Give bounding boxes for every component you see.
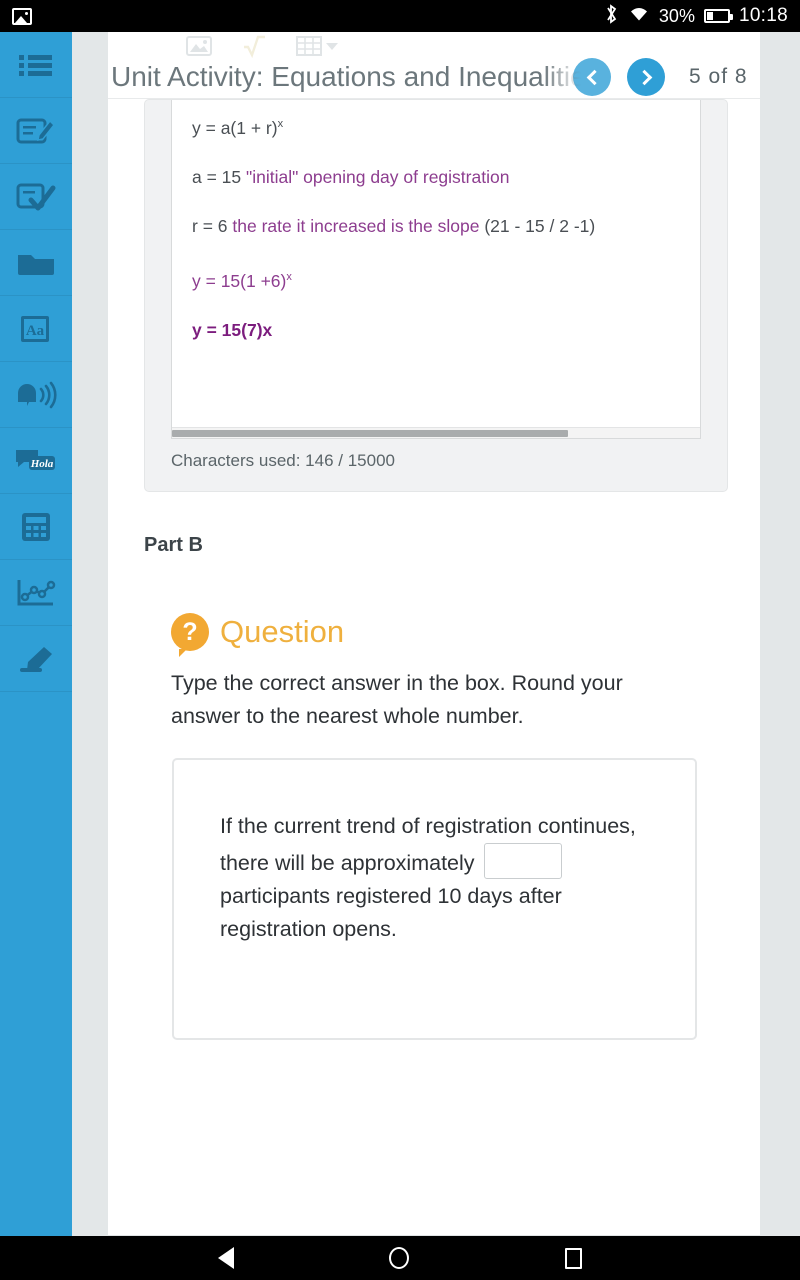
line-graph-icon [14, 577, 58, 609]
part-b-label: Part B [144, 534, 203, 556]
chevron-down-icon[interactable] [326, 42, 338, 50]
sidebar-item-translate[interactable]: Hola [0, 428, 72, 494]
question-prompt: Type the correct answer in the box. Roun… [171, 671, 623, 728]
editor-line-5: y = 15(7)x [192, 320, 680, 341]
dictionary-aa-icon: Aa [16, 313, 56, 345]
sidebar-item-assignments[interactable] [0, 164, 72, 230]
image-insert-icon[interactable] [186, 35, 212, 57]
calculator-icon [19, 511, 53, 543]
editor-line-3: r = 6 the rate it increased is the slope… [192, 216, 680, 237]
question-title: Question [220, 614, 345, 649]
question-heading: ? Question [171, 613, 760, 657]
device-screen: 30% 10:18 Aa Hola Unit Activity: Equatio… [0, 0, 800, 1280]
sentence-after-blank: participants registered 10 days after re… [220, 884, 562, 942]
fill-in-the-blank-sentence: If the current trend of registration con… [220, 810, 649, 946]
svg-text:Aa: Aa [26, 323, 45, 339]
android-nav-bar [0, 1236, 800, 1280]
wifi-icon [628, 5, 650, 28]
sidebar-item-list[interactable] [0, 32, 72, 98]
sidebar-item-calculator[interactable] [0, 494, 72, 560]
battery-percent: 30% [658, 5, 695, 26]
sidebar-item-files[interactable] [0, 230, 72, 296]
chevron-left-icon [586, 69, 602, 85]
editor-horizontal-scrollbar[interactable] [172, 427, 700, 438]
bluetooth-icon [604, 3, 619, 30]
sidebar-item-read-aloud[interactable] [0, 362, 72, 428]
editor-line-2-note: "initial" opening day of registration [246, 167, 510, 187]
back-triangle-icon[interactable] [217, 1247, 234, 1269]
next-page-button[interactable] [627, 58, 665, 96]
home-circle-icon[interactable] [389, 1247, 410, 1269]
recents-square-icon[interactable] [565, 1247, 583, 1269]
sidebar-item-dictionary[interactable]: Aa [0, 296, 72, 362]
lesson-header: Unit Activity: Equations and Inequalitie… [108, 32, 760, 99]
table-insert-icon[interactable] [296, 35, 338, 57]
answer-card: If the current trend of registration con… [172, 758, 697, 1041]
editor-line-3-suffix: (21 - 15 / 2 -1) [479, 216, 596, 236]
rich-text-editor[interactable]: y = a(1 + r)x a = 15 "initial" opening d… [171, 100, 701, 439]
sidebar-item-highlighter[interactable] [0, 626, 72, 692]
editor-line-4-exponent: x [286, 271, 292, 284]
folder-icon [16, 249, 56, 277]
character-counter: Characters used: 146 / 15000 [171, 451, 395, 470]
page-gutter-right [760, 32, 800, 1236]
list-icon [16, 50, 56, 80]
editor-line-5-text: y = 15(7)x [192, 320, 273, 340]
text-to-speech-icon [14, 380, 58, 410]
lesson-content: Unit Activity: Equations and Inequalitie… [108, 32, 760, 1236]
editor-line-1-exponent: x [277, 118, 284, 131]
answer-editor-panel: y = a(1 + r)x a = 15 "initial" opening d… [144, 99, 728, 492]
question-bubble-icon: ? [171, 613, 209, 657]
scrollbar-thumb[interactable] [172, 430, 568, 437]
page-title: Unit Activity: Equations and Inequalitie… [111, 61, 581, 92]
sentence-before-blank: If the current trend of registration con… [220, 814, 636, 876]
editor-line-3-prefix: r = 6 [192, 216, 233, 236]
square-root-icon[interactable] [242, 34, 266, 58]
tool-sidebar: Aa Hola [0, 32, 72, 1236]
notepad-pencil-icon [15, 115, 57, 147]
clock: 10:18 [738, 5, 788, 26]
content-bottom-edge [108, 1220, 760, 1236]
svg-text:Hola: Hola [30, 458, 54, 470]
translate-hola-icon: Hola [13, 446, 59, 476]
editor-line-4: y = 15(1 +6)x [192, 271, 680, 292]
battery-icon [703, 9, 733, 23]
editor-line-2: a = 15 "initial" opening day of registra… [192, 167, 680, 188]
editor-line-4-text: y = 15(1 +6) [192, 271, 287, 291]
editor-line-1-text: y = a(1 + r) [192, 118, 278, 138]
answer-input[interactable] [483, 843, 562, 880]
editor-mini-toolbar [186, 34, 338, 58]
page-gutter-left [72, 32, 108, 1236]
editor-line-2-prefix: a = 15 [192, 167, 247, 187]
sidebar-item-notes[interactable] [0, 98, 72, 164]
sidebar-item-graph[interactable] [0, 560, 72, 626]
page-indicator: 5 of 8 [689, 65, 748, 88]
android-status-bar: 30% 10:18 [0, 0, 800, 32]
editor-line-3-note: the rate it increased is the slope [232, 216, 480, 236]
checklist-icon [15, 181, 57, 213]
image-icon [12, 7, 32, 25]
highlighter-icon [14, 643, 58, 675]
chevron-right-icon [636, 69, 652, 85]
editor-line-1: y = a(1 + r)x [192, 118, 680, 139]
